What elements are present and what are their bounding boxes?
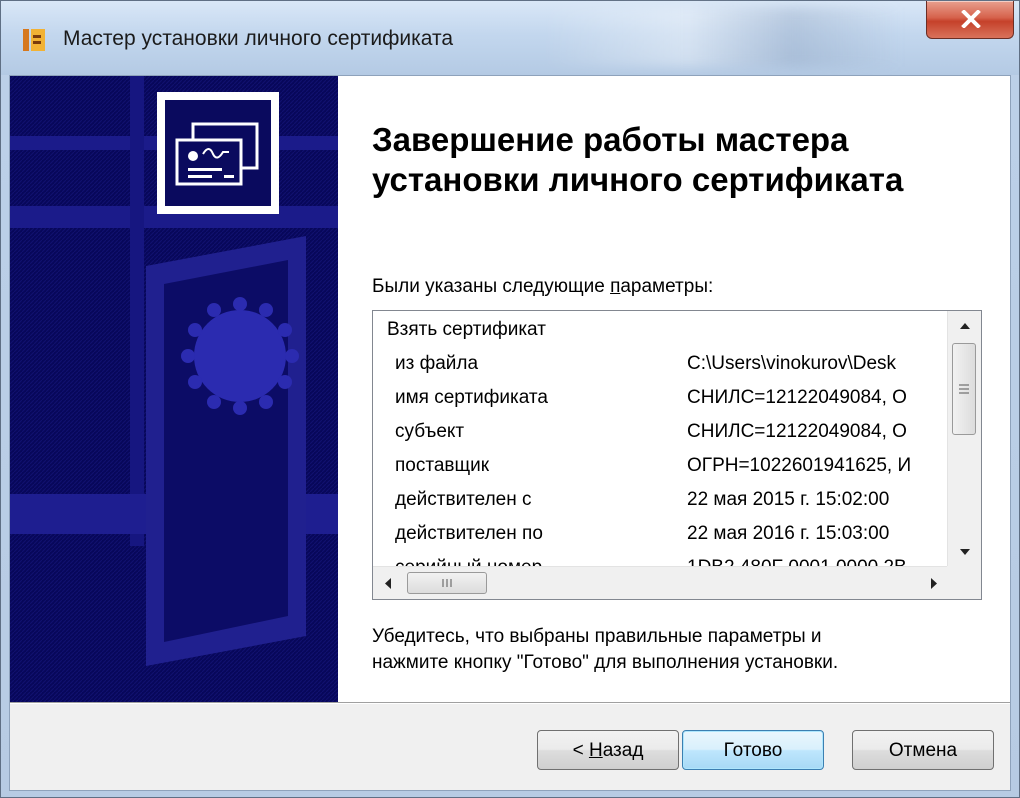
- scroll-up-button[interactable]: [948, 311, 981, 341]
- param-value: СНИЛС=12122049084, О: [687, 387, 907, 408]
- param-key: действителен по: [395, 523, 543, 544]
- page-title-line-1: Завершение работы мастера: [372, 121, 849, 158]
- param-key: субъект: [395, 421, 465, 442]
- arrow-up-icon: [960, 323, 970, 329]
- scroll-down-button[interactable]: [948, 537, 981, 567]
- banner-graphic: [10, 76, 338, 702]
- back-button-rest: азад: [602, 740, 644, 761]
- param-value: C:\Users\vinokurov\Desk: [687, 353, 897, 374]
- confirmation-hint: Убедитесь, что выбраны правильные параме…: [372, 624, 992, 676]
- param-value: 22 мая 2015 г. 15:02:00: [687, 489, 890, 510]
- back-button-prefix: <: [572, 740, 589, 761]
- param-key: поставщик: [395, 455, 490, 476]
- param-key: действителен с: [395, 489, 532, 510]
- window-title: Мастер установки личного сертификата: [63, 27, 454, 50]
- scrollbar-corner: [947, 566, 981, 599]
- back-button[interactable]: < Назад: [537, 730, 679, 770]
- cancel-button[interactable]: Отмена: [852, 730, 994, 770]
- vertical-scrollbar[interactable]: [947, 311, 981, 567]
- certificate-card-icon: [157, 92, 279, 214]
- horizontal-scrollbar[interactable]: [373, 566, 949, 599]
- hint-line-2: нажмите кнопку "Готово" для выполнения у…: [372, 652, 839, 673]
- hint-line-1: Убедитесь, что выбраны правильные параме…: [372, 626, 822, 647]
- title-bar-glass: [541, 7, 901, 67]
- arrow-down-icon: [960, 549, 970, 555]
- page-title: Завершение работы мастера установки личн…: [372, 120, 972, 200]
- back-button-accesskey: Н: [588, 740, 603, 761]
- horizontal-scroll-thumb[interactable]: [407, 572, 487, 594]
- close-button[interactable]: [926, 1, 1014, 39]
- list-group-header: Взять сертификат: [387, 319, 546, 340]
- certificate-wizard-icon: [23, 29, 45, 51]
- finish-button[interactable]: Готово: [682, 730, 824, 770]
- parameters-label-accesskey: п: [610, 276, 621, 297]
- close-icon: [961, 10, 981, 28]
- grip-icon: [442, 579, 452, 587]
- wizard-content: Завершение работы мастера установки личн…: [338, 76, 1010, 702]
- param-value: СНИЛС=12122049084, О: [687, 421, 907, 442]
- arrow-left-icon: [385, 578, 391, 589]
- param-value: 22 мая 2016 г. 15:03:00: [687, 523, 890, 544]
- title-bar[interactable]: Мастер установки личного сертификата: [1, 1, 1019, 75]
- scroll-left-button[interactable]: [373, 567, 403, 599]
- parameters-listbox[interactable]: Взять сертификат из файла C:\Users\vinok…: [372, 310, 982, 600]
- param-key: из файла: [395, 353, 479, 374]
- vertical-scroll-thumb[interactable]: [952, 343, 976, 435]
- parameters-label-post: араметры:: [620, 276, 714, 297]
- page-title-line-2: установки личного сертификата: [372, 161, 904, 198]
- wizard-window: Мастер установки личного сертификата Зав…: [0, 0, 1020, 798]
- param-value: ОГРН=1022601941625, И: [687, 455, 912, 476]
- arrow-right-icon: [931, 578, 937, 589]
- scroll-right-button[interactable]: [919, 567, 949, 599]
- dialog-client-area: Завершение работы мастера установки личн…: [9, 75, 1011, 791]
- grip-icon: [959, 384, 969, 394]
- wizard-banner: [10, 76, 338, 702]
- button-bar: < Назад Готово Отмена: [10, 704, 1010, 790]
- param-key: имя сертификата: [395, 387, 548, 408]
- parameters-label: Были указаны следующие параметры:: [372, 276, 713, 298]
- parameters-label-pre: Были указаны следующие: [372, 276, 611, 297]
